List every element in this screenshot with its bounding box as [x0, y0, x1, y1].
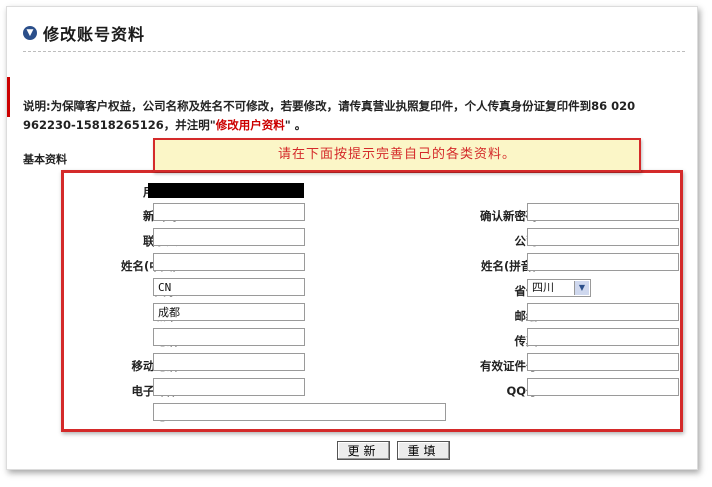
contact-input[interactable] — [153, 228, 305, 246]
name-pinyin-input[interactable] — [527, 253, 679, 271]
page-panel: ▼ 修改账号资料 说明:为保障客户权益，公司名称及姓名不可修改，若要修改，请传真… — [6, 6, 698, 470]
name-cn-input[interactable] — [153, 253, 305, 271]
new-password-input[interactable] — [153, 203, 305, 221]
province-selected-value: 四川 — [532, 281, 554, 294]
qq-input[interactable] — [527, 378, 679, 396]
left-accent-bar — [7, 77, 10, 117]
title-divider — [23, 51, 685, 52]
circle-arrow-down-icon: ▼ — [23, 26, 37, 40]
city-input[interactable] — [153, 303, 305, 321]
hint-banner: 请在下面按提示完善自己的各类资料。 — [153, 138, 641, 172]
page-title: 修改账号资料 — [43, 25, 146, 44]
company-input[interactable] — [527, 228, 679, 246]
page-header: ▼ 修改账号资料 — [23, 21, 145, 45]
profile-form: 用户名： 新密码： 确认新密码： 联系人： 公司： 姓名(中文)： 姓名(拼音)… — [61, 170, 683, 432]
zip-input[interactable] — [527, 303, 679, 321]
email-input[interactable] — [153, 378, 305, 396]
country-input[interactable] — [153, 278, 305, 296]
fax-input[interactable] — [527, 328, 679, 346]
address-input[interactable] — [153, 403, 446, 421]
notice-text-end: " 。 — [284, 118, 307, 132]
chevron-down-icon[interactable]: ▼ — [574, 281, 589, 295]
notice-text-main: 说明:为保障客户权益，公司名称及姓名不可修改，若要修改，请传真营业执照复印件，个… — [23, 99, 636, 132]
mobile-input[interactable] — [153, 353, 305, 371]
reset-button[interactable]: 重填 — [397, 441, 450, 460]
notice-highlight: 修改用户资料 — [215, 118, 285, 132]
id-number-input[interactable] — [527, 353, 679, 371]
province-select[interactable]: 四川 ▼ — [527, 279, 591, 297]
section-label: 基本资料 — [23, 153, 67, 166]
update-button[interactable]: 更新 — [337, 441, 390, 460]
phone-input[interactable] — [153, 328, 305, 346]
notice-text: 说明:为保障客户权益，公司名称及姓名不可修改，若要修改，请传真营业执照复印件，个… — [23, 97, 683, 135]
username-redacted — [148, 183, 304, 198]
confirm-password-input[interactable] — [527, 203, 679, 221]
